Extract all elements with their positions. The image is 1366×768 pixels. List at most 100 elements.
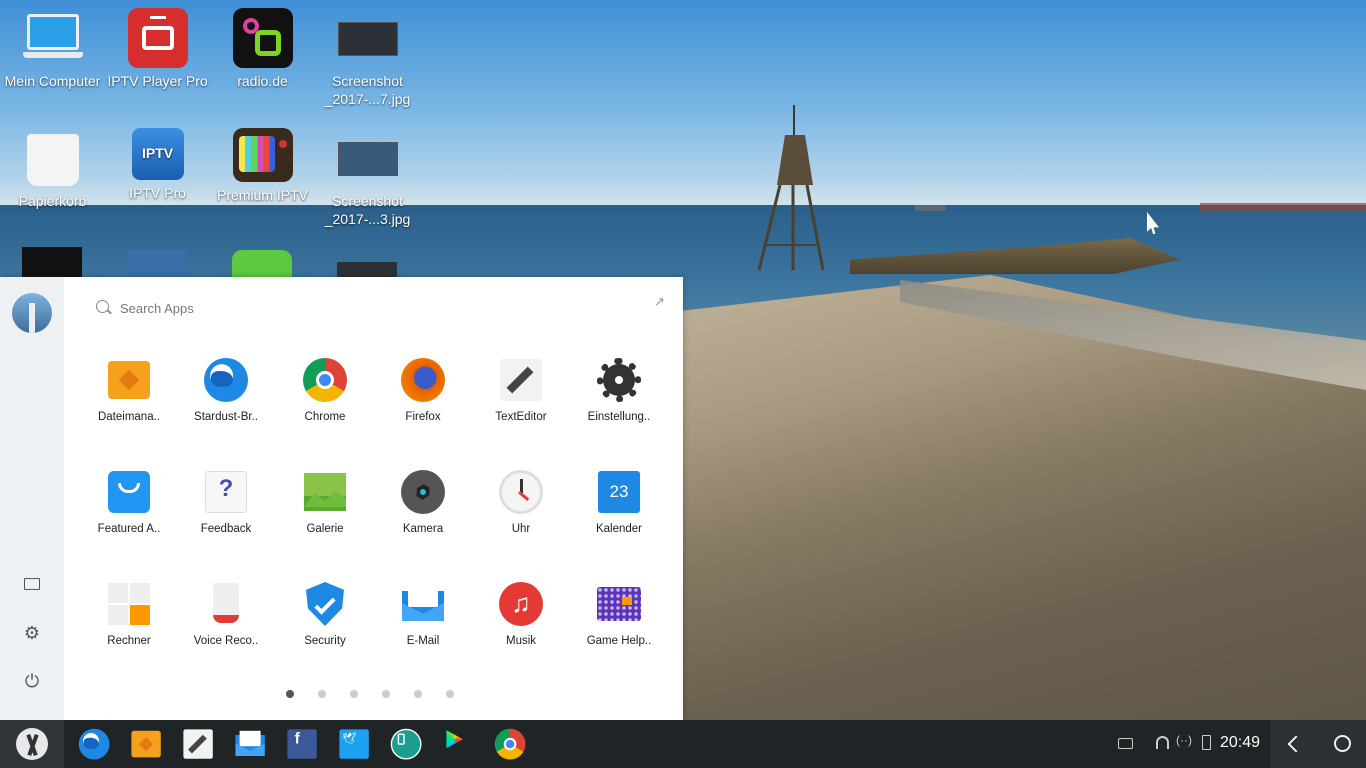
pen-icon [182, 728, 214, 760]
launcher-app-gamehelp[interactable]: Game Help.. [570, 581, 668, 647]
launcher-app-featureda[interactable]: Featured A.. [80, 469, 178, 535]
back-icon[interactable] [1270, 720, 1318, 768]
wallpaper-tower [757, 105, 825, 271]
launcher-app-label: Rechner [107, 635, 151, 647]
desktop-icon-screenshot-3[interactable]: Screenshot _2017-...3.jpg [315, 122, 420, 228]
taskbar-twitter[interactable]: 🕊 [338, 728, 370, 760]
launcher-app-kalender[interactable]: 23 Kalender [570, 469, 668, 535]
page-dot[interactable] [286, 690, 294, 698]
calendar-icon: 23 [596, 469, 642, 515]
launcher-app-label: Galerie [306, 523, 344, 535]
facebook-icon: f [286, 728, 318, 760]
wallpaper-ship [915, 205, 945, 211]
taskbar-tablet[interactable] [390, 728, 422, 760]
desktop-icon-radio-de[interactable]: radio.de [210, 2, 315, 90]
clock[interactable]: 20:49 [1220, 734, 1265, 752]
music-icon: ♫ [498, 581, 544, 627]
taskbar-play-store[interactable] [442, 728, 474, 760]
page-dot[interactable] [318, 690, 326, 698]
calculator-icon [106, 581, 152, 627]
app-launcher: ⚙ ⏻ ↗ Dateimana.. Stardust-Br.. Chrome Fire… [0, 277, 683, 720]
desktop-icon-partial-1[interactable] [22, 247, 82, 277]
taskbar-facebook[interactable]: f [286, 728, 318, 760]
desktop-icon-partial-4[interactable] [337, 262, 397, 277]
page-dot[interactable] [382, 690, 390, 698]
taskbar-mail[interactable] [234, 728, 266, 760]
search-bar[interactable] [96, 299, 656, 317]
keyboard-icon[interactable] [1118, 738, 1133, 749]
globe-icon [203, 357, 249, 403]
desktop-icon-label: IPTV Player Pro [107, 73, 208, 89]
wallpaper-ship-far [1200, 203, 1366, 212]
desktop-icon[interactable] [20, 573, 44, 597]
firefox-icon [400, 357, 446, 403]
voice-recorder-icon [203, 581, 249, 627]
page-dot[interactable] [446, 690, 454, 698]
launcher-app-feedback[interactable]: ? Feedback [177, 469, 275, 535]
home-icon[interactable] [1318, 720, 1366, 768]
launcher-app-stardustbr[interactable]: Stardust-Br.. [177, 357, 275, 423]
desktop-icon-mein-computer[interactable]: Mein Computer [0, 2, 105, 90]
gear-icon[interactable]: ⚙ [20, 621, 44, 645]
pen-icon [498, 357, 544, 403]
desktop-icon-iptv-player-pro[interactable]: IPTV Player Pro [105, 2, 210, 90]
launcher-app-galerie[interactable]: Galerie [276, 469, 374, 535]
desktop-icon-partial-2[interactable] [128, 250, 186, 277]
desktop-icon-label: Screenshot _2017-...7.jpg [324, 73, 411, 107]
page-dot[interactable] [350, 690, 358, 698]
desktop-icon-iptv-pro[interactable]: IPTV IPTV Pro [105, 122, 210, 202]
launcher-app-einstellung[interactable]: Einstellung.. [570, 357, 668, 423]
launcher-app-texteditor[interactable]: TextEditor [472, 357, 570, 423]
desktop-icon-premium-iptv[interactable]: Premium IPTV [210, 122, 315, 204]
expand-icon[interactable]: ↗ [654, 295, 668, 309]
launcher-app-label: Firefox [405, 411, 441, 423]
clock-icon [498, 469, 544, 515]
launcher-app-security[interactable]: Security [276, 581, 374, 647]
chrome-icon [302, 357, 348, 403]
search-input[interactable] [120, 299, 520, 317]
launcher-app-dateimana[interactable]: Dateimana.. [80, 357, 178, 423]
launcher-app-uhr[interactable]: Uhr [472, 469, 570, 535]
desktop-icon-papierkorb[interactable]: Papierkorb [0, 122, 105, 210]
taskbar-browser[interactable] [78, 728, 110, 760]
launcher-app-label: TextEditor [495, 411, 547, 423]
launcher-app-label: Uhr [511, 523, 531, 535]
desktop-icon-partial-3[interactable] [232, 250, 292, 277]
network-icon[interactable]: (··) [1176, 733, 1192, 747]
image-file-icon [337, 8, 398, 68]
launcher-app-label: Voice Reco.. [193, 635, 259, 647]
radio-de-icon [232, 8, 293, 68]
launcher-app-chrome[interactable]: Chrome [276, 357, 374, 423]
power-icon[interactable]: ⏻ [20, 669, 44, 693]
taskbar-files[interactable] [130, 728, 162, 760]
launcher-app-musik[interactable]: ♫ Musik [472, 581, 570, 647]
start-logo-icon [16, 728, 48, 760]
desktop-icon-label: Screenshot _2017-...3.jpg [324, 193, 411, 227]
battery-icon[interactable] [1202, 735, 1211, 750]
play-store-icon [442, 728, 474, 760]
taskbar-chrome[interactable] [494, 728, 526, 760]
avatar[interactable] [12, 293, 52, 333]
launcher-app-label: Dateimana.. [97, 411, 160, 423]
launcher-app-label: E-Mail [406, 635, 440, 647]
image-file-icon [337, 128, 398, 188]
keyboard-icon [596, 581, 642, 627]
launcher-app-kamera[interactable]: Kamera [374, 469, 472, 535]
launcher-sidebar: ⚙ ⏻ [0, 277, 64, 720]
launcher-app-voicereco[interactable]: Voice Reco.. [177, 581, 275, 647]
desktop-icon-screenshot-7[interactable]: Screenshot _2017-...7.jpg [315, 2, 420, 108]
tv-red-icon [127, 8, 188, 68]
iptv-blue-icon: IPTV [131, 128, 184, 180]
launcher-app-label: Chrome [304, 411, 346, 423]
taskbar-texteditor[interactable] [182, 728, 214, 760]
mail-icon [234, 728, 266, 760]
camera-icon [400, 469, 446, 515]
start-button[interactable] [0, 720, 64, 768]
launcher-app-firefox[interactable]: Firefox [374, 357, 472, 423]
headphones-icon[interactable] [1156, 736, 1169, 749]
launcher-app-rechner[interactable]: Rechner [80, 581, 178, 647]
launcher-app-label: Kalender [595, 523, 643, 535]
desktop-icon-label: Premium IPTV [216, 187, 308, 203]
page-dot[interactable] [414, 690, 422, 698]
launcher-app-email[interactable]: E-Mail [374, 581, 472, 647]
